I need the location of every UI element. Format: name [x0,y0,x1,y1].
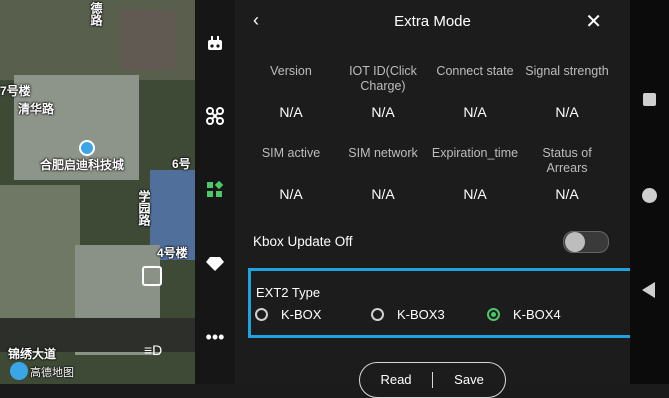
header-sim-network: SIM network [348,146,418,160]
value-signal-strength: N/A [555,104,579,120]
kbox-update-toggle[interactable] [563,231,609,253]
map-label: 清华路 [18,102,55,116]
status-headers-row2: SIM active SIM network Expiration_time S… [245,146,613,176]
radio-selected-icon [487,308,500,321]
map-watermark: 高德地图 [30,367,74,379]
map-label: 德路 [89,2,103,26]
apps-icon[interactable] [203,178,227,202]
header-connect-state: Connect state [436,64,514,78]
drone-controller-icon[interactable] [203,32,227,56]
drone-icon[interactable] [203,104,227,128]
map-label: 7号楼 [0,84,31,98]
radio-label: K-BOX [281,307,322,322]
save-button[interactable]: Save [433,372,505,387]
action-buttons: Read Save [359,362,506,398]
map-building [120,10,175,70]
back-nav-icon[interactable] [642,282,655,298]
page-title: Extra Mode [394,13,471,30]
more-icon[interactable]: ••• [203,325,227,349]
value-sim-active: N/A [279,186,303,202]
map-block [0,185,80,330]
recents-icon[interactable] [643,93,656,106]
header-version: Version [270,64,312,78]
map-label: 学园路 [137,190,151,226]
system-nav-bar [630,0,669,384]
radio-k-box[interactable]: K-BOX [255,307,321,322]
radio-k-box4[interactable]: K-BOX4 [487,307,561,322]
value-version: N/A [279,104,303,120]
status-values-row1: N/A N/A N/A N/A [245,105,613,120]
header-expiration-time: Expiration_time [431,146,519,160]
close-icon[interactable]: ✕ [585,9,602,34]
value-sim-network: N/A [371,186,395,202]
status-values-row2: N/A N/A N/A N/A [245,187,613,202]
status-headers-row1: Version IOT ID(Click Charge) Connect sta… [245,64,613,94]
radio-label: K-BOX4 [513,307,561,322]
radio-label: K-BOX3 [397,307,445,322]
value-iot-id: N/A [371,104,395,120]
layers-icon[interactable] [142,266,162,286]
map-label: 6号 [172,157,191,171]
value-expiration-time: N/A [463,186,487,202]
map-poi-icon[interactable] [79,140,95,156]
read-button[interactable]: Read [360,372,432,387]
ext2-type-group: EXT2 Type K-BOX K-BOX3 K-BOX4 [248,268,642,338]
radio-k-box3[interactable]: K-BOX3 [371,307,445,322]
header-status-of-arrears: Status of Arrears [542,146,592,175]
radio-circle-icon [255,308,268,321]
light-icon[interactable]: ≡D [144,342,162,358]
kbox-update-label: Kbox Update Off [253,234,353,249]
header-signal-strength: Signal strength [525,64,609,78]
map-label: 锦绣大道 [8,347,57,361]
radio-circle-icon [371,308,384,321]
map-label: 4号楼 [157,246,188,260]
map-logo-icon [10,362,28,380]
value-connect-state: N/A [463,104,487,120]
ext2-type-label: EXT2 Type [256,285,321,300]
diamond-icon[interactable] [203,252,227,276]
map-label: 合肥启迪科技城 [40,158,125,172]
value-status-of-arrears: N/A [555,186,579,202]
header-sim-active: SIM active [261,146,321,160]
map-view[interactable]: 德路 7号楼 清华路 合肥启迪科技城 6号 学园路 4号楼 锦绣大道 高德地图 … [0,0,195,384]
toggle-knob [565,232,585,252]
side-rail: ••• [195,0,235,384]
header-iot-id[interactable]: IOT ID(Click Charge) [337,64,429,94]
home-icon[interactable] [642,188,657,203]
